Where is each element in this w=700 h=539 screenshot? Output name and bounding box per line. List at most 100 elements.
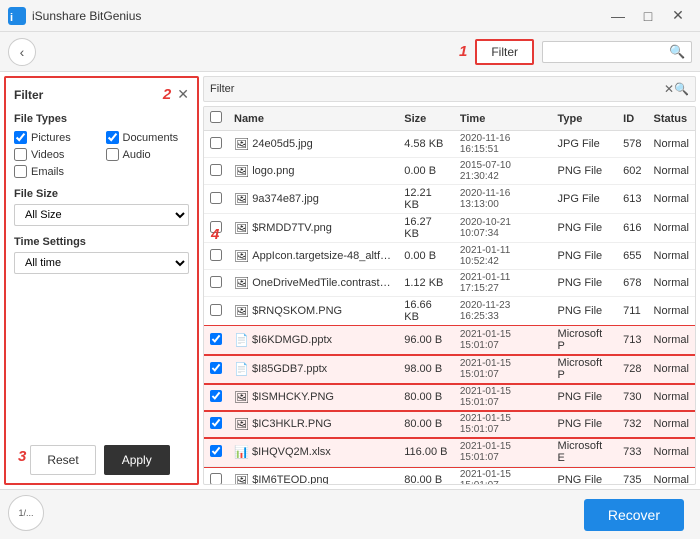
filter-subbar-close[interactable]: ✕ [664,82,674,96]
row-status: Normal [648,355,695,384]
file-list-area: Filter ✕ 🔍 4 Name Size Time [203,72,700,489]
back-button[interactable]: ‹ [8,38,36,66]
documents-checkbox[interactable] [106,131,119,144]
row-type: JPG File [552,185,618,214]
row-checkbox-cell [204,297,228,326]
row-checkbox[interactable] [210,192,222,204]
filter-panel-header: Filter 2 ✕ [14,86,189,103]
row-time: 2021-01-11 10:52:42 [454,243,552,270]
filter-panel-close-button[interactable]: ✕ [177,86,189,103]
pictures-checkbox[interactable] [14,131,27,144]
step1-label: 1 [459,43,467,60]
filter-subbar-input[interactable] [240,83,664,95]
select-all-checkbox[interactable] [210,111,222,123]
row-checkbox[interactable] [210,362,222,374]
videos-label: Videos [31,149,64,161]
row-status: Normal [648,185,695,214]
audio-checkbox-item[interactable]: Audio [106,148,190,161]
filter-subbar-search[interactable]: 🔍 [674,82,689,96]
row-status: Normal [648,384,695,411]
row-checkbox[interactable] [210,304,222,316]
row-checkbox-cell [204,467,228,486]
videos-checkbox-item[interactable]: Videos [14,148,98,161]
row-checkbox-cell [204,158,228,185]
file-type-icon: 📄 [234,362,249,376]
row-name: 🖼 $RNQSKOM.PNG [228,297,398,326]
row-name: 🖼 $RMDD7TV.png [228,214,398,243]
audio-checkbox[interactable] [106,148,119,161]
maximize-button[interactable]: □ [634,5,662,27]
row-type: PNG File [552,158,618,185]
row-checkbox[interactable] [210,164,222,176]
row-checkbox[interactable] [210,473,222,485]
file-name-text: 24e05d5.jpg [252,138,313,150]
file-type-icon: 🖼 [234,304,249,318]
table-row: 🖼 logo.png 0.00 B 2015-07-10 21:30:42 PN… [204,158,695,185]
file-types-title: File Types [14,113,189,125]
search-input[interactable] [549,45,669,59]
file-name-text: $ISMHCKY.PNG [252,391,334,403]
row-checkbox[interactable] [210,333,222,345]
file-type-icon: 🖼 [234,137,249,151]
row-size: 12.21 KB [398,185,454,214]
row-name: 🖼 logo.png [228,158,398,185]
time-settings-dropdown[interactable]: All timeTodayLast WeekLast MonthLast Yea… [14,252,189,274]
app-title: iSunshare BitGenius [32,9,604,23]
col-name: Name [228,107,398,131]
file-type-icon: 🖼 [234,473,249,485]
emails-checkbox-item[interactable]: Emails [14,165,98,178]
table-row: 📄 $I6KDMGD.pptx 96.00 B 2021-01-15 15:01… [204,326,695,355]
row-id: 735 [617,467,647,486]
file-size-dropdown[interactable]: All Size< 1 MB1 MB - 10 MB> 10 MB [14,204,189,226]
row-checkbox[interactable] [210,417,222,429]
minimize-button[interactable]: — [604,5,632,27]
row-checkbox[interactable] [210,137,222,149]
row-size: 0.00 B [398,158,454,185]
close-button[interactable]: ✕ [664,5,692,27]
row-time: 2021-01-15 15:01:07 [454,411,552,438]
col-id: ID [617,107,647,131]
pictures-label: Pictures [31,132,71,144]
row-name: 🖼 24e05d5.jpg [228,131,398,158]
row-checkbox[interactable] [210,390,222,402]
file-name-text: 9a374e87.jpg [252,193,319,205]
file-name-text: $IC3HKLR.PNG [252,418,331,430]
row-time: 2021-01-15 15:01:07 [454,438,552,467]
row-id: 733 [617,438,647,467]
filter-actions-row: 3 Reset Apply [14,429,189,475]
row-checkbox-cell [204,384,228,411]
row-status: Normal [648,243,695,270]
file-table[interactable]: Name Size Time Type ID Status [203,106,696,485]
row-size: 1.12 KB [398,270,454,297]
filter-panel: Filter 2 ✕ File Types Pictures Documents [4,76,199,485]
recover-button[interactable]: Recover [584,499,684,531]
row-size: 98.00 B [398,355,454,384]
row-checkbox[interactable] [210,445,222,457]
file-size-section: File Size All Size< 1 MB1 MB - 10 MB> 10… [14,188,189,226]
row-size: 16.66 KB [398,297,454,326]
row-time: 2020-11-16 13:13:00 [454,185,552,214]
page-number: 1/... [18,508,33,518]
col-size: Size [398,107,454,131]
emails-checkbox[interactable] [14,165,27,178]
apply-button[interactable]: Apply [104,445,170,475]
file-type-icon: 🖼 [234,249,249,263]
table-container: 4 Name Size Time Type ID Status [203,106,696,485]
row-id: 578 [617,131,647,158]
documents-checkbox-item[interactable]: Documents [106,131,190,144]
row-checkbox[interactable] [210,276,222,288]
row-name: 🖼 9a374e87.jpg [228,185,398,214]
search-icon-button[interactable]: 🔍 [669,44,685,60]
audio-label: Audio [123,149,151,161]
pictures-checkbox-item[interactable]: Pictures [14,131,98,144]
filter-button[interactable]: Filter [475,39,534,65]
reset-button[interactable]: Reset [30,445,95,475]
videos-checkbox[interactable] [14,148,27,161]
row-size: 16.27 KB [398,214,454,243]
step3-label: 3 [18,448,26,465]
file-name-text: $RMDD7TV.png [252,222,332,234]
row-id: 728 [617,355,647,384]
row-time: 2021-01-11 17:15:27 [454,270,552,297]
row-checkbox[interactable] [210,249,222,261]
row-id: 655 [617,243,647,270]
